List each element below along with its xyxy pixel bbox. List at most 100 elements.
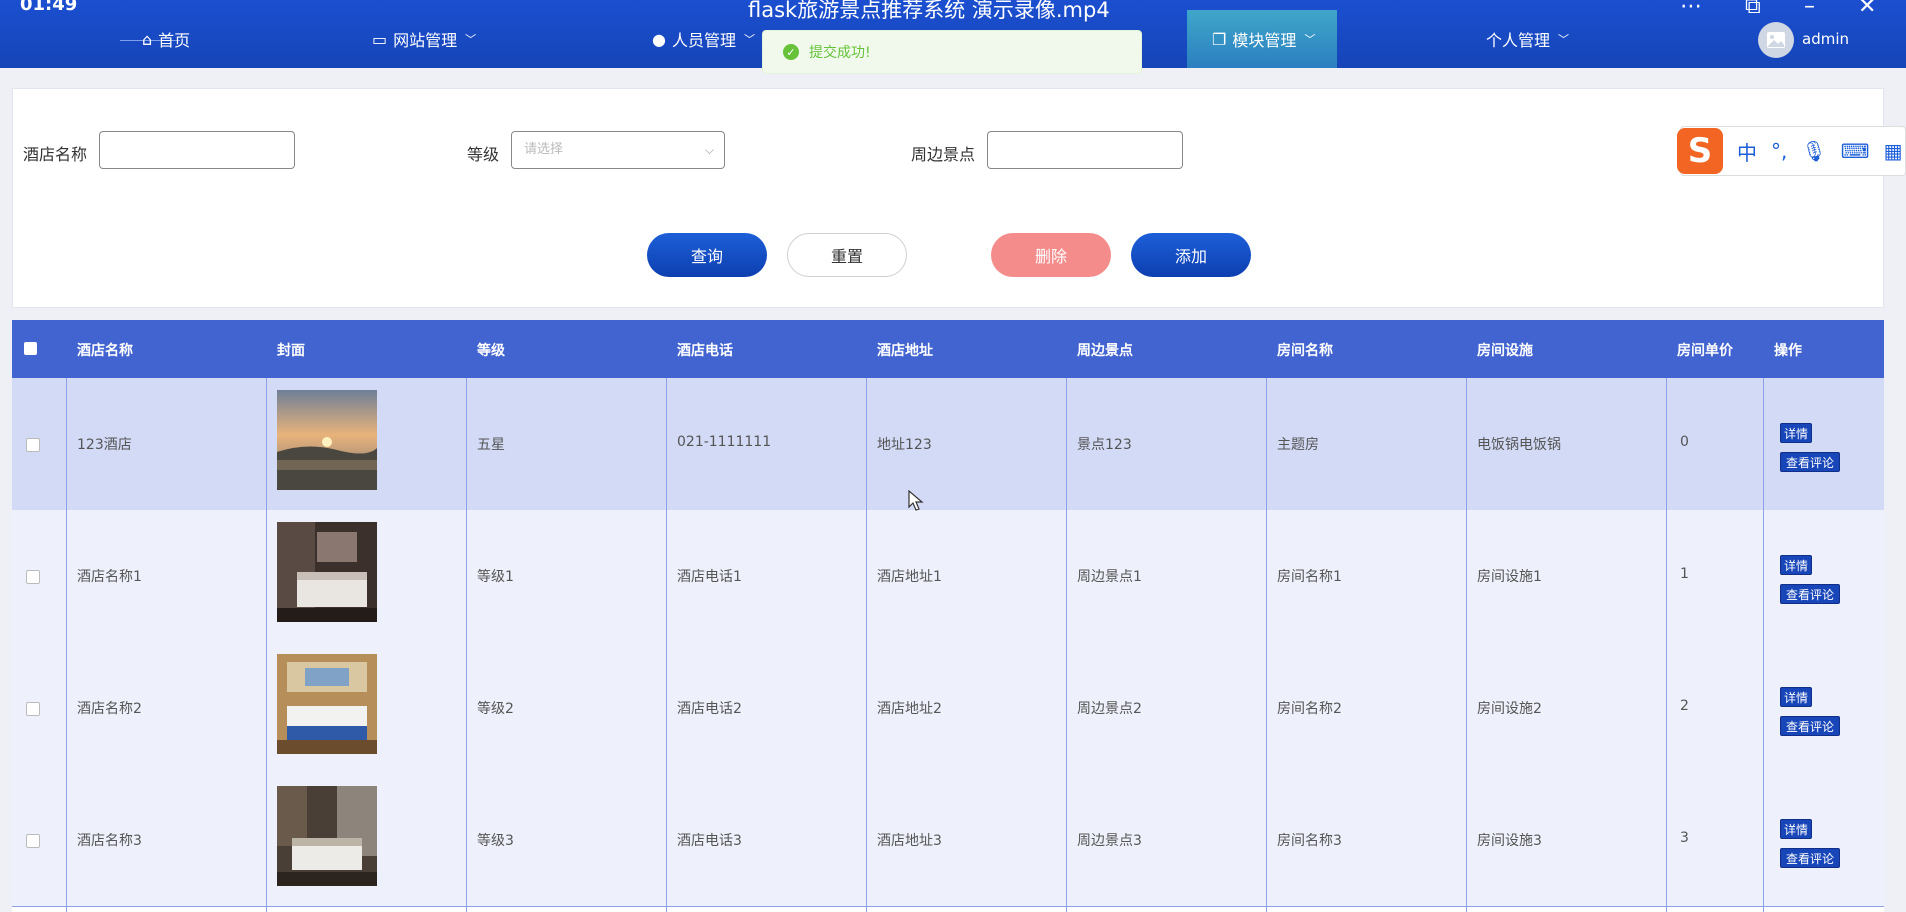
- nav-site-management[interactable]: ▭ 网站管理 ﹀: [372, 24, 476, 54]
- detail-button[interactable]: 详情: [1780, 819, 1812, 839]
- sogou-logo-icon[interactable]: S: [1677, 128, 1723, 174]
- cell-nearby: 周边景点2: [1077, 701, 1142, 717]
- cell-address: 酒店地址1: [877, 569, 942, 585]
- column-divider: [66, 378, 67, 912]
- row-checkbox[interactable]: [26, 702, 40, 716]
- row-checkbox[interactable]: [26, 834, 40, 848]
- delete-button[interactable]: 删除: [991, 233, 1111, 277]
- close-icon[interactable]: ✕: [1858, 0, 1876, 19]
- minimize-icon[interactable]: –: [1804, 0, 1815, 19]
- nearby-label: 周边景点: [911, 145, 976, 164]
- chevron-down-icon: ﹀: [1304, 33, 1316, 46]
- cell-level: 等级1: [477, 569, 514, 585]
- cover-image-room[interactable]: [277, 522, 377, 622]
- header-level: 等级: [477, 343, 505, 359]
- check-circle-icon: ✓: [783, 44, 799, 60]
- column-divider: [1266, 378, 1267, 912]
- cell-price: 0: [1680, 434, 1689, 450]
- ime-chinese-toggle[interactable]: 中: [1737, 137, 1757, 166]
- reset-button[interactable]: 重置: [787, 233, 907, 277]
- username[interactable]: admin: [1802, 30, 1849, 48]
- monitor-icon: ▭: [372, 29, 388, 49]
- view-comments-button[interactable]: 查看评论: [1780, 452, 1840, 472]
- header-address: 酒店地址: [877, 343, 933, 359]
- ime-toolbar[interactable]: S 中 °, 🎙 ⌨ ▦: [1677, 126, 1906, 176]
- detail-button[interactable]: 详情: [1780, 555, 1812, 575]
- ime-punct-toggle[interactable]: °,: [1771, 139, 1787, 163]
- table-row[interactable]: 123酒店 五星 021-1111111 地址123 景点123 主题房 电饭锅…: [12, 378, 1884, 511]
- avatar[interactable]: [1758, 22, 1794, 58]
- cell-nearby: 周边景点3: [1077, 833, 1142, 849]
- cell-phone: 酒店电话3: [677, 833, 742, 849]
- query-button[interactable]: 查询: [647, 233, 767, 277]
- success-toast: ✓ 提交成功!: [762, 30, 1142, 74]
- column-divider: [1666, 378, 1667, 912]
- cell-price: 3: [1680, 830, 1689, 846]
- more-icon[interactable]: ⋯: [1680, 0, 1702, 19]
- copy-icon: ❐: [1212, 29, 1227, 49]
- nearby-input[interactable]: [987, 131, 1183, 169]
- cell-room-name: 房间名称1: [1277, 569, 1342, 585]
- view-comments-button[interactable]: 查看评论: [1780, 848, 1840, 868]
- column-divider: [1466, 378, 1467, 912]
- detail-button[interactable]: 详情: [1780, 423, 1812, 443]
- table-row[interactable]: 酒店名称1 等级1 酒店电话1 酒店地址1 周边景点1 房间名称1 房间设施1 …: [12, 510, 1884, 643]
- grid-icon[interactable]: ▦: [1884, 139, 1903, 163]
- cell-hotel-name: 123酒店: [77, 437, 132, 453]
- row-checkbox[interactable]: [26, 438, 40, 452]
- cell-facilities: 电饭锅电饭锅: [1477, 437, 1561, 453]
- cell-price: 2: [1680, 698, 1689, 714]
- toast-message: 提交成功!: [809, 45, 871, 61]
- microphone-icon[interactable]: 🎙: [1801, 139, 1826, 163]
- header-room-name: 房间名称: [1277, 343, 1333, 359]
- chevron-down-icon: ⌵: [704, 143, 714, 157]
- chevron-down-icon: ﹀: [743, 33, 755, 46]
- cover-image-room[interactable]: [277, 786, 377, 886]
- column-divider: [666, 378, 667, 912]
- column-divider: [1763, 378, 1764, 912]
- nav-user-management[interactable]: ● 人员管理 ﹀: [652, 24, 755, 54]
- row-checkbox[interactable]: [26, 570, 40, 584]
- header-cover: 封面: [277, 343, 305, 359]
- add-button[interactable]: 添加: [1131, 233, 1251, 277]
- video-title: flask旅游景点推荐系统 演示录像.mp4: [748, 0, 1110, 22]
- level-select[interactable]: 请选择 ⌵: [511, 131, 725, 169]
- hotel-table: 酒店名称 封面 等级 酒店电话 酒店地址 周边景点 房间名称 房间设施 房间单价…: [12, 320, 1884, 912]
- column-divider: [266, 378, 267, 912]
- view-comments-button[interactable]: 查看评论: [1780, 716, 1840, 736]
- detail-button[interactable]: 详情: [1780, 687, 1812, 707]
- select-all-checkbox[interactable]: [24, 342, 37, 355]
- nav-personal-management[interactable]: 个人管理 ﹀: [1486, 24, 1569, 54]
- cell-facilities: 房间设施2: [1477, 701, 1542, 717]
- video-time: 01:49: [20, 0, 78, 15]
- window-icon[interactable]: ⧉: [1745, 0, 1761, 19]
- nav-module-management[interactable]: ❐ 模块管理 ﹀: [1212, 24, 1315, 54]
- hotel-name-input[interactable]: [99, 131, 295, 169]
- user-icon: ●: [652, 29, 666, 49]
- cell-hotel-name: 酒店名称1: [77, 569, 142, 585]
- hotel-name-label: 酒店名称: [23, 145, 88, 164]
- keyboard-icon[interactable]: ⌨: [1841, 139, 1870, 163]
- level-label: 等级: [467, 145, 500, 164]
- level-placeholder: 请选择: [524, 142, 564, 157]
- cell-address: 酒店地址3: [877, 833, 942, 849]
- table-row[interactable]: 酒店名称2 等级2 酒店电话2 酒店地址2 周边景点2 房间名称2 房间设施2 …: [12, 642, 1884, 775]
- cell-facilities: 房间设施3: [1477, 833, 1542, 849]
- cell-level: 等级2: [477, 701, 514, 717]
- table-row[interactable]: 酒店名称3 等级3 酒店电话3 酒店地址3 周边景点3 房间名称3 房间设施3 …: [12, 774, 1884, 907]
- image-icon: [1767, 32, 1785, 48]
- cell-nearby: 景点123: [1077, 437, 1132, 453]
- cover-image-room[interactable]: [277, 654, 377, 754]
- cell-phone: 酒店电话2: [677, 701, 742, 717]
- header-hotel-name: 酒店名称: [77, 343, 133, 359]
- mouse-cursor-icon: [908, 489, 924, 516]
- view-comments-button[interactable]: 查看评论: [1780, 584, 1840, 604]
- header-phone: 酒店电话: [677, 343, 733, 359]
- nav-home-label: 首页: [158, 31, 191, 50]
- column-divider: [1066, 378, 1067, 912]
- cell-nearby: 周边景点1: [1077, 569, 1142, 585]
- cover-image-sunset[interactable]: [277, 390, 377, 490]
- nav-home[interactable]: ⌂ 首页: [142, 24, 190, 54]
- cell-facilities: 房间设施1: [1477, 569, 1542, 585]
- cell-room-name: 房间名称3: [1277, 833, 1342, 849]
